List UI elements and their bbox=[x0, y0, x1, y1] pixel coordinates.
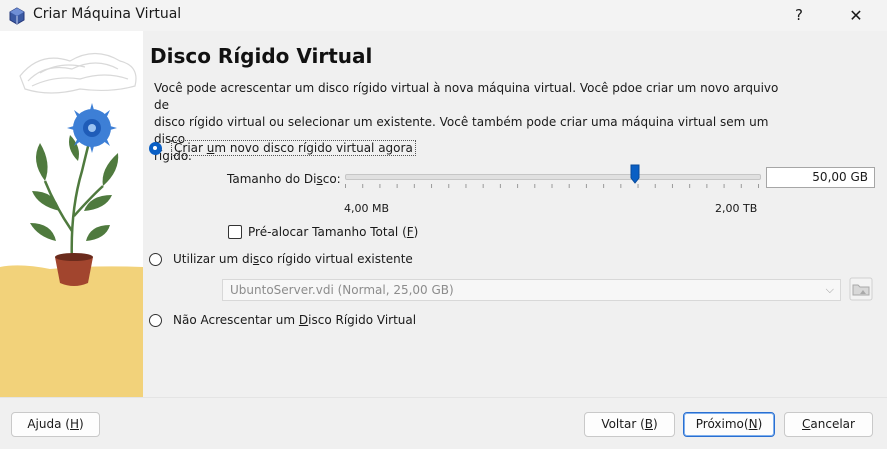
use-existing-disk-radio[interactable] bbox=[149, 253, 162, 266]
help-button[interactable]: Ajuda (H) bbox=[11, 412, 100, 437]
back-button[interactable]: Voltar (B) bbox=[584, 412, 675, 437]
help-title-button[interactable]: ? bbox=[776, 0, 822, 31]
existing-disk-select[interactable]: UbuntoServer.vdi (Normal, 25,00 GB) ⌵ bbox=[222, 279, 841, 301]
slider-handle[interactable] bbox=[630, 164, 640, 184]
title-bar: Criar Máquina Virtual ? ✕ bbox=[0, 0, 887, 31]
description-line: Você pode acrescentar um disco rígido vi… bbox=[154, 81, 779, 112]
disk-size-slider[interactable] bbox=[345, 174, 761, 180]
chevron-down-icon: ⌵ bbox=[825, 283, 834, 296]
preallocate-label[interactable]: Pré-alocar Tamanho Total (F) bbox=[248, 225, 418, 239]
slider-min-label: 4,00 MB bbox=[344, 202, 390, 215]
flower-icon bbox=[67, 103, 117, 153]
use-existing-disk-label[interactable]: Utilizar um disco rígido virtual existen… bbox=[173, 252, 413, 266]
no-disk-label[interactable]: Não Acrescentar um Disco Rígido Virtual bbox=[173, 313, 416, 327]
create-new-disk-radio[interactable] bbox=[149, 142, 162, 155]
create-new-disk-label[interactable]: Criar um novo disco rígido virtual agora bbox=[171, 140, 416, 156]
cancel-button[interactable]: Cancelar bbox=[784, 412, 873, 437]
close-button[interactable]: ✕ bbox=[833, 0, 879, 31]
existing-disk-value: UbuntoServer.vdi (Normal, 25,00 GB) bbox=[230, 283, 454, 297]
disk-size-input[interactable]: 50,00 GB bbox=[766, 167, 875, 188]
button-bar-separator bbox=[0, 397, 887, 398]
no-disk-radio[interactable] bbox=[149, 314, 162, 327]
virtualbox-icon bbox=[9, 7, 25, 25]
slider-max-label: 2,00 TB bbox=[715, 202, 758, 215]
wizard-artwork bbox=[0, 31, 143, 397]
next-button[interactable]: Próximo(N) bbox=[683, 412, 775, 437]
slider-ticks bbox=[345, 184, 759, 188]
preallocate-checkbox[interactable] bbox=[228, 225, 242, 239]
page-title: Disco Rígido Virtual bbox=[150, 44, 373, 68]
window-title: Criar Máquina Virtual bbox=[33, 6, 182, 22]
disk-size-label: Tamanho do Disco: bbox=[227, 172, 341, 186]
choose-disk-folder-icon[interactable] bbox=[849, 277, 873, 301]
